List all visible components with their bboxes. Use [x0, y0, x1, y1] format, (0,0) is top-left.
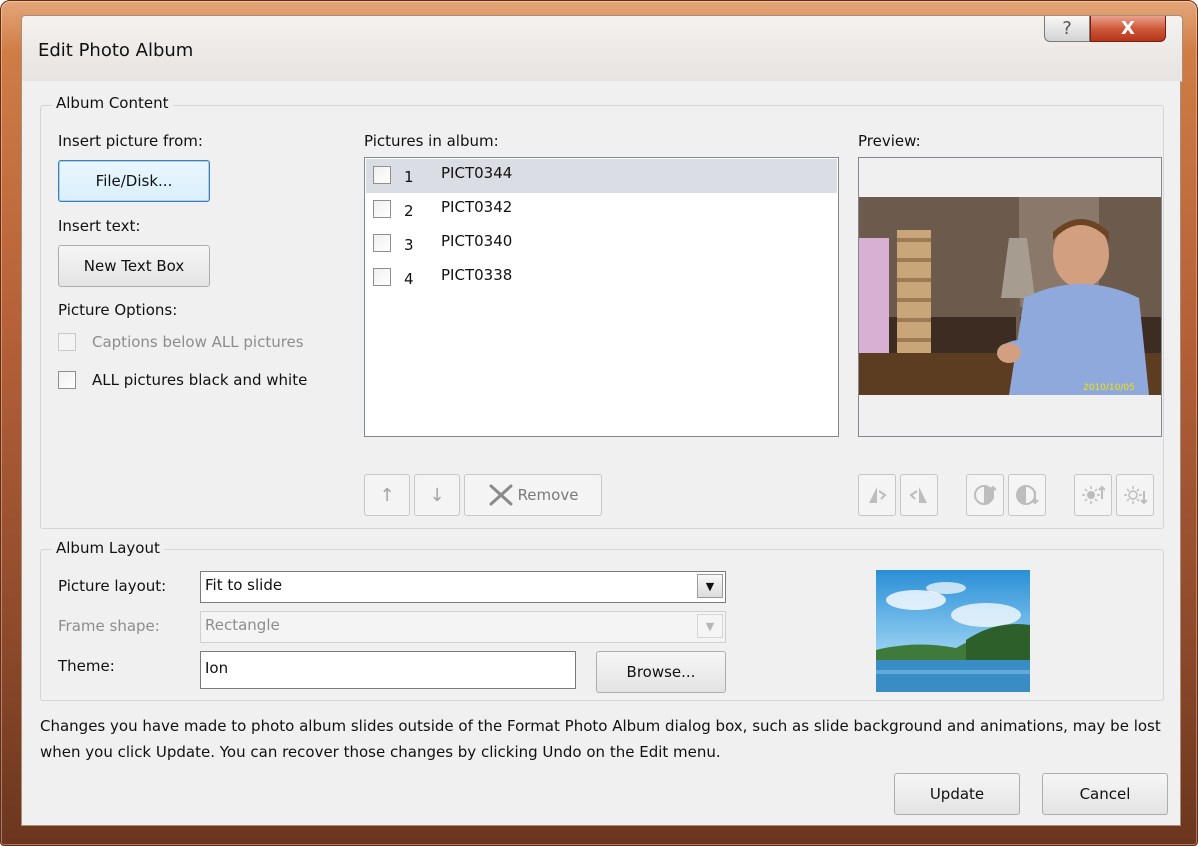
picture-number: 2: [404, 202, 414, 220]
arrow-down-icon: ↓: [429, 484, 445, 506]
album-layout-label: Album Layout: [52, 539, 164, 557]
insert-text-label: Insert text:: [58, 217, 141, 235]
remove-x-icon: [489, 484, 513, 506]
picture-name: PICT0340: [441, 232, 513, 250]
picture-preview: 2010/10/05: [858, 157, 1162, 437]
black-white-option-label: ALL pictures black and white: [92, 371, 308, 389]
brightness-down-icon: [1124, 486, 1147, 505]
close-button[interactable]: X: [1090, 16, 1166, 42]
picture-number: 4: [404, 270, 414, 288]
picture-checkbox[interactable]: [373, 166, 391, 184]
window-frame: Edit Photo Album ? X Album Content Inser…: [0, 0, 1198, 846]
title-bar[interactable]: Edit Photo Album ? X: [21, 15, 1183, 82]
update-button[interactable]: Update: [894, 773, 1020, 815]
brightness-up-icon: [1082, 485, 1105, 504]
rotate-right-button[interactable]: [900, 474, 938, 516]
rotate-left-icon: [869, 487, 887, 503]
list-item[interactable]: 2 PICT0342: [366, 193, 837, 227]
dialog-title: Edit Photo Album: [38, 40, 194, 61]
black-white-checkbox[interactable]: [58, 371, 76, 389]
captions-checkbox[interactable]: [58, 333, 76, 351]
arrow-up-icon: ↑: [379, 484, 395, 506]
dialog-body: Album Content Insert picture from: File/…: [21, 81, 1181, 826]
rotate-right-icon: [909, 487, 927, 503]
cancel-button-label: Cancel: [1079, 785, 1131, 803]
picture-name: PICT0344: [441, 164, 513, 182]
close-icon: X: [1121, 18, 1135, 39]
update-notice: Changes you have made to photo album sli…: [40, 717, 1161, 761]
preview-label: Preview:: [858, 132, 921, 150]
new-text-box-button[interactable]: New Text Box: [58, 245, 210, 287]
move-up-button[interactable]: ↑: [364, 474, 410, 516]
picture-layout-value: Fit to slide: [205, 576, 283, 594]
frame-shape-value: Rectangle: [205, 616, 280, 634]
pictures-list[interactable]: 1 PICT0344 2 PICT0342 3 PICT0340 4 PICT0…: [364, 157, 839, 437]
picture-checkbox[interactable]: [373, 268, 391, 286]
theme-value: Ion: [205, 659, 229, 677]
new-text-box-button-label: New Text Box: [83, 257, 185, 275]
picture-number: 1: [404, 168, 414, 186]
brightness-down-button[interactable]: [1116, 474, 1154, 516]
frame-shape-label: Frame shape:: [58, 617, 160, 635]
chevron-down-icon[interactable]: ▼: [697, 574, 723, 598]
help-button[interactable]: ?: [1044, 16, 1090, 42]
move-down-button[interactable]: ↓: [414, 474, 460, 516]
contrast-down-icon: [1016, 485, 1039, 505]
picture-layout-select[interactable]: Fit to slide ▼: [200, 571, 726, 603]
remove-button-label: Remove: [517, 486, 579, 504]
picture-layout-label: Picture layout:: [58, 577, 167, 595]
picture-checkbox[interactable]: [373, 234, 391, 252]
update-button-label: Update: [929, 785, 985, 803]
preview-photo: 2010/10/05: [859, 158, 1161, 436]
picture-options-label: Picture Options:: [58, 301, 178, 319]
browse-button[interactable]: Browse...: [596, 651, 726, 693]
browse-button-label: Browse...: [626, 663, 696, 681]
preview-date-stamp: 2010/10/05: [1083, 383, 1135, 393]
picture-name: PICT0342: [441, 198, 513, 216]
list-item[interactable]: 1 PICT0344: [366, 159, 837, 193]
layout-thumbnail: [876, 570, 1030, 692]
cancel-button[interactable]: Cancel: [1042, 773, 1168, 815]
file-disk-button[interactable]: File/Disk...: [58, 160, 210, 202]
theme-input[interactable]: Ion: [200, 651, 576, 689]
list-item[interactable]: 4 PICT0338: [366, 261, 837, 295]
captions-option-label: Captions below ALL pictures: [92, 333, 304, 351]
help-icon: ?: [1062, 18, 1072, 39]
contrast-down-button[interactable]: [1008, 474, 1046, 516]
file-disk-button-label: File/Disk...: [95, 172, 173, 190]
theme-label: Theme:: [58, 657, 115, 675]
remove-button[interactable]: Remove: [464, 474, 602, 516]
picture-checkbox[interactable]: [373, 200, 391, 218]
pictures-in-album-label: Pictures in album:: [364, 132, 499, 150]
contrast-up-icon: [974, 485, 997, 505]
contrast-up-button[interactable]: [966, 474, 1004, 516]
picture-number: 3: [404, 236, 414, 254]
frame-shape-select[interactable]: Rectangle ▼: [200, 611, 726, 643]
brightness-up-button[interactable]: [1074, 474, 1112, 516]
insert-picture-label: Insert picture from:: [58, 132, 203, 150]
album-content-label: Album Content: [52, 94, 173, 112]
picture-name: PICT0338: [441, 266, 513, 284]
chevron-down-icon[interactable]: ▼: [697, 614, 723, 638]
list-item[interactable]: 3 PICT0340: [366, 227, 837, 261]
rotate-left-button[interactable]: [858, 474, 896, 516]
